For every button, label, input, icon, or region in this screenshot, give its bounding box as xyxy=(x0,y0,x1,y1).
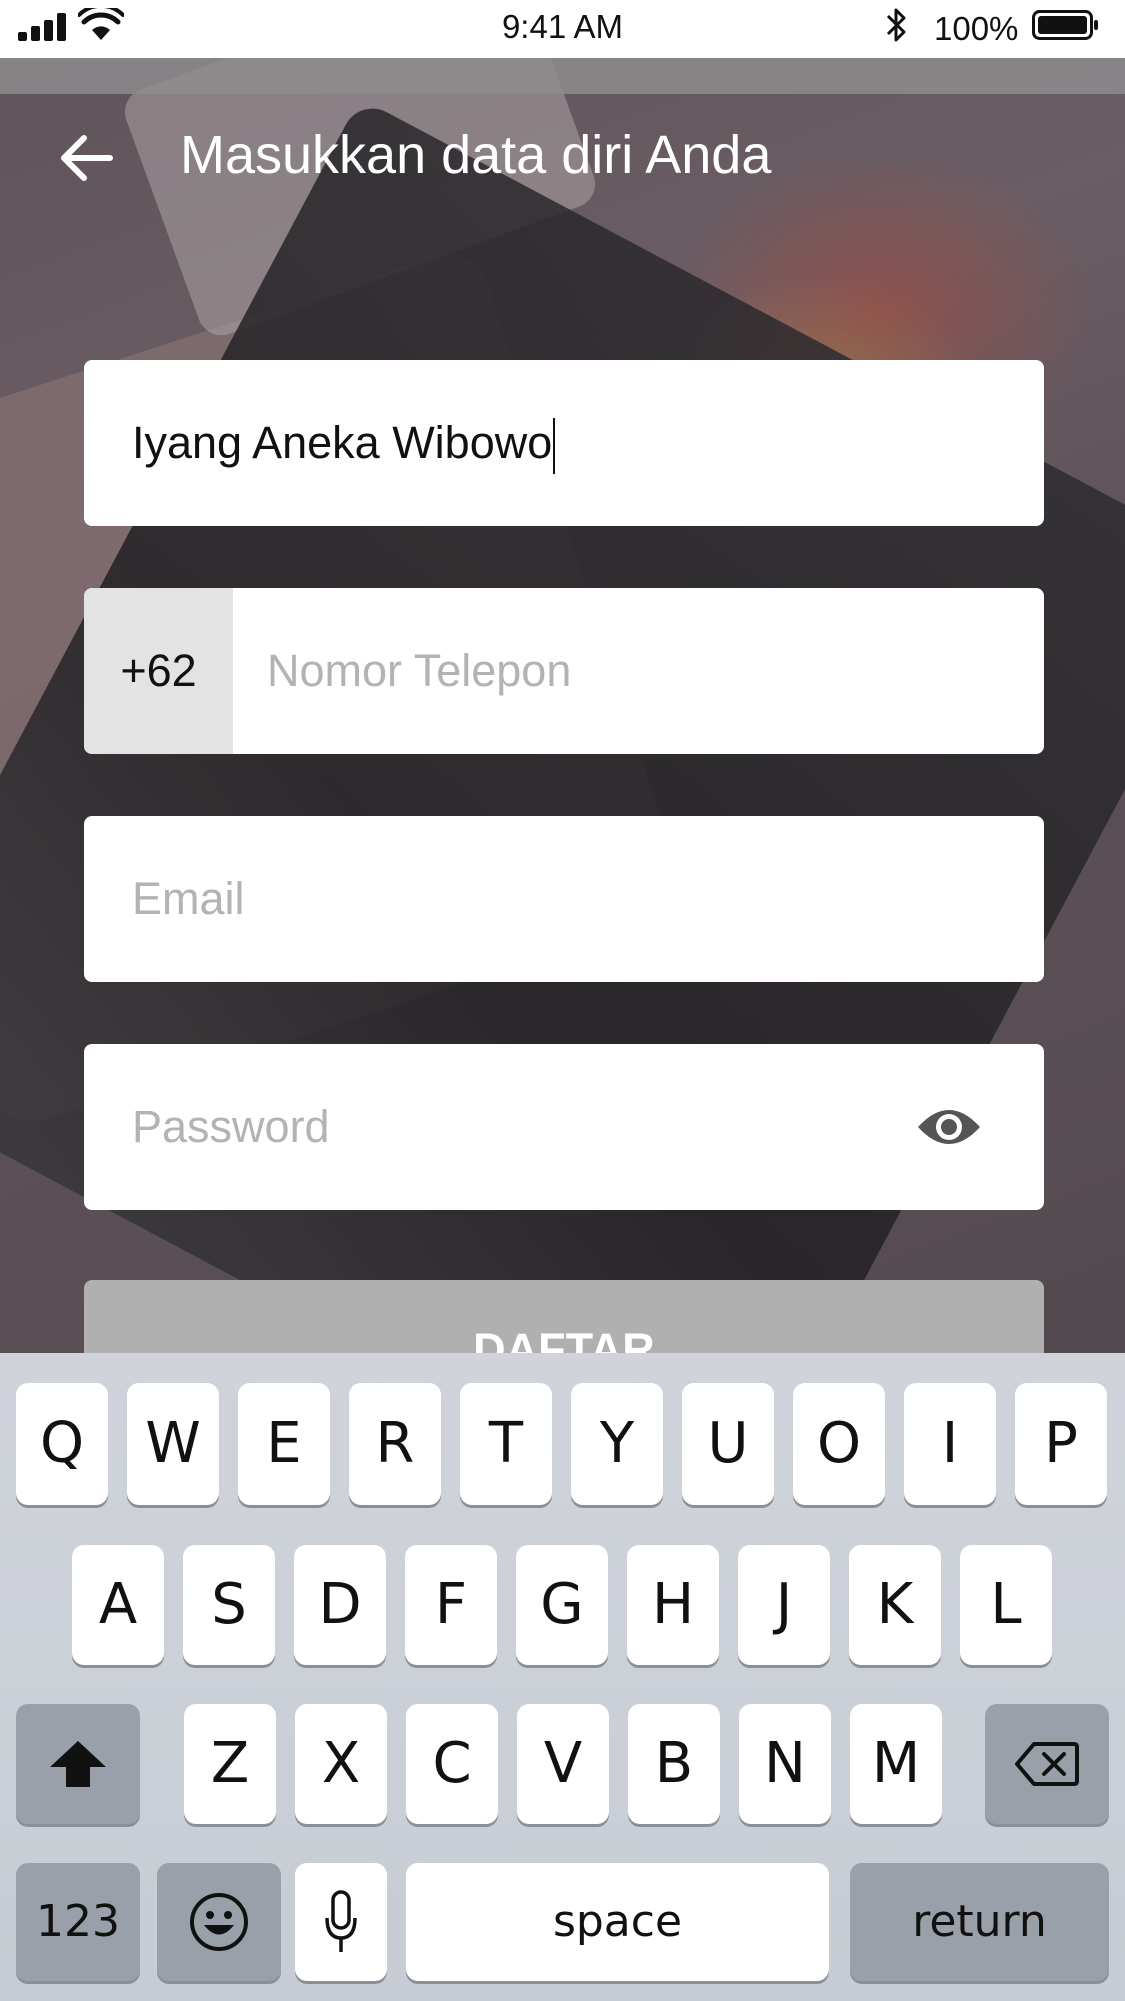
key-n[interactable]: N xyxy=(739,1704,831,1824)
key-i[interactable]: I xyxy=(904,1383,996,1505)
email-placeholder: Email xyxy=(132,873,245,924)
header-band xyxy=(0,58,1125,94)
page-title: Masukkan data diri Anda xyxy=(180,125,772,185)
phone-placeholder: Nomor Telepon xyxy=(267,645,572,696)
key-u[interactable]: U xyxy=(682,1383,774,1505)
full-name-field[interactable]: Iyang Aneka Wibowo xyxy=(84,360,1044,526)
emoji-key[interactable] xyxy=(157,1863,281,1981)
backspace-key[interactable] xyxy=(985,1704,1109,1824)
battery-icon xyxy=(1032,10,1098,40)
key-v[interactable]: V xyxy=(517,1704,609,1824)
shift-key[interactable] xyxy=(16,1704,140,1824)
key-h[interactable]: H xyxy=(627,1545,719,1665)
space-key[interactable]: space xyxy=(406,1863,829,1981)
key-g[interactable]: G xyxy=(516,1545,608,1665)
key-c[interactable]: C xyxy=(406,1704,498,1824)
battery-percentage: 100% xyxy=(934,10,1019,47)
key-b[interactable]: B xyxy=(628,1704,720,1824)
numbers-key[interactable]: 123 xyxy=(16,1863,140,1981)
eye-icon[interactable] xyxy=(916,1101,982,1153)
password-placeholder: Password xyxy=(132,1101,330,1152)
key-a[interactable]: A xyxy=(72,1545,164,1665)
key-l[interactable]: L xyxy=(960,1545,1052,1665)
onscreen-keyboard: QWERTYUOIP ASDFGHJKL ZXCVBNM 123 space r… xyxy=(0,1353,1125,2001)
key-e[interactable]: E xyxy=(238,1383,330,1505)
full-name-value: Iyang Aneka Wibowo xyxy=(132,417,553,468)
key-m[interactable]: M xyxy=(850,1704,942,1824)
back-arrow-icon[interactable] xyxy=(54,126,118,190)
key-f[interactable]: F xyxy=(405,1545,497,1665)
key-w[interactable]: W xyxy=(127,1383,219,1505)
bluetooth-icon xyxy=(886,8,906,42)
key-s[interactable]: S xyxy=(183,1545,275,1665)
key-q[interactable]: Q xyxy=(16,1383,108,1505)
microphone-icon xyxy=(325,1890,357,1952)
key-p[interactable]: P xyxy=(1015,1383,1107,1505)
email-field[interactable]: Email xyxy=(84,816,1044,982)
key-k[interactable]: K xyxy=(849,1545,941,1665)
microphone-key[interactable] xyxy=(295,1863,387,1981)
phone-field[interactable]: +62 Nomor Telepon xyxy=(84,588,1044,754)
return-key[interactable]: return xyxy=(850,1863,1109,1981)
key-t[interactable]: T xyxy=(460,1383,552,1505)
key-z[interactable]: Z xyxy=(184,1704,276,1824)
phone-country-code[interactable]: +62 xyxy=(84,588,233,754)
key-r[interactable]: R xyxy=(349,1383,441,1505)
password-field[interactable]: Password xyxy=(84,1044,1044,1210)
status-bar: 9:41 AM 100% xyxy=(0,0,1125,58)
key-o[interactable]: O xyxy=(793,1383,885,1505)
key-y[interactable]: Y xyxy=(571,1383,663,1505)
backspace-icon xyxy=(1015,1742,1079,1786)
shift-arrow-icon xyxy=(50,1741,106,1787)
register-button[interactable]: DAFTAR xyxy=(84,1280,1044,1353)
emoji-icon xyxy=(190,1893,248,1951)
key-x[interactable]: X xyxy=(295,1704,387,1824)
key-j[interactable]: J xyxy=(738,1545,830,1665)
registration-screen: Masukkan data diri Anda Iyang Aneka Wibo… xyxy=(0,58,1125,1353)
key-d[interactable]: D xyxy=(294,1545,386,1665)
text-cursor xyxy=(553,418,556,475)
